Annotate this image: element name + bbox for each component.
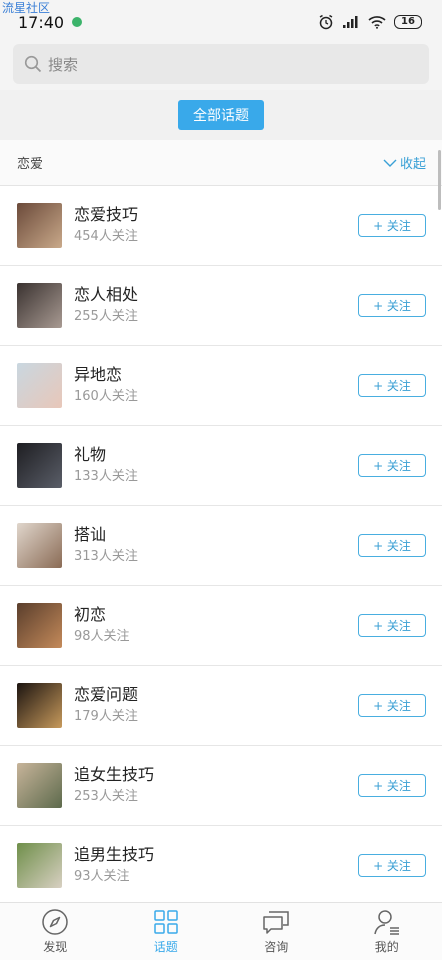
topic-row[interactable]: 礼物 133人关注 + 关注 xyxy=(0,426,442,506)
follow-button[interactable]: + 关注 xyxy=(358,454,426,477)
search-bar: 搜索 xyxy=(0,38,442,90)
nav-discover[interactable]: 发现 xyxy=(0,908,110,955)
topic-name: 恋爱技巧 xyxy=(74,204,139,224)
follow-button[interactable]: + 关注 xyxy=(358,854,426,877)
all-topics-bar: 全部话题 xyxy=(0,90,442,140)
follow-button[interactable]: + 关注 xyxy=(358,614,426,637)
nav-mine[interactable]: 我的 xyxy=(332,908,442,955)
topic-followers: 253人关注 xyxy=(74,788,138,804)
status-bar: 17:40 16 xyxy=(0,0,442,38)
compass-icon xyxy=(42,909,68,935)
topic-name: 恋爱问题 xyxy=(74,684,139,704)
topic-followers: 98人关注 xyxy=(74,628,130,644)
notification-icon xyxy=(72,17,83,27)
topic-followers: 313人关注 xyxy=(74,548,138,564)
topic-name: 搭讪 xyxy=(74,524,107,544)
topic-thumbnail xyxy=(17,843,62,888)
wifi-icon xyxy=(368,16,386,29)
topic-followers: 160人关注 xyxy=(74,388,138,404)
topic-thumbnail xyxy=(17,603,62,648)
topic-row[interactable]: 恋爱技巧 454人关注 + 关注 xyxy=(0,186,442,266)
follow-button[interactable]: + 关注 xyxy=(358,294,426,317)
follow-button[interactable]: + 关注 xyxy=(358,374,426,397)
topic-name: 异地恋 xyxy=(74,364,123,384)
topic-row[interactable]: 恋人相处 255人关注 + 关注 xyxy=(0,266,442,346)
alarm-icon xyxy=(319,14,333,30)
topic-name: 追女生技巧 xyxy=(74,764,155,784)
grid-icon xyxy=(154,910,178,934)
topic-name: 初恋 xyxy=(74,604,107,624)
collapse-button[interactable]: 收起 xyxy=(383,153,426,172)
topic-thumbnail xyxy=(17,283,62,328)
chat-icon xyxy=(263,911,289,934)
follow-button[interactable]: + 关注 xyxy=(358,214,426,237)
nav-label: 话题 xyxy=(153,940,178,954)
topic-row[interactable]: 追女生技巧 253人关注 + 关注 xyxy=(0,746,442,826)
nav-label: 我的 xyxy=(374,940,399,954)
nav-label: 咨询 xyxy=(264,940,289,954)
topic-followers: 255人关注 xyxy=(74,308,138,324)
all-topics-button[interactable]: 全部话题 xyxy=(178,100,264,130)
topic-followers: 93人关注 xyxy=(74,868,130,884)
topic-row[interactable]: 追男生技巧 93人关注 + 关注 xyxy=(0,826,442,906)
topic-list: 恋爱技巧 454人关注 + 关注 恋人相处 255人关注 + 关注 异地恋 16… xyxy=(0,186,442,906)
search-placeholder: 搜索 xyxy=(48,55,79,74)
follow-button[interactable]: + 关注 xyxy=(358,534,426,557)
topic-name: 礼物 xyxy=(74,444,107,464)
category-title: 恋爱 xyxy=(17,157,44,172)
topic-thumbnail xyxy=(17,683,62,728)
topic-thumbnail xyxy=(17,523,62,568)
battery-icon: 16 xyxy=(394,15,422,29)
follow-button[interactable]: + 关注 xyxy=(358,694,426,717)
nav-topics[interactable]: 话题 xyxy=(111,908,221,955)
topic-thumbnail xyxy=(17,763,62,808)
collapse-label: 收起 xyxy=(399,157,426,172)
topic-name: 恋人相处 xyxy=(74,284,139,304)
search-icon xyxy=(24,55,42,73)
topic-thumbnail xyxy=(17,363,62,408)
bottom-nav: 发现 话题 咨询 我的 xyxy=(0,902,442,960)
topic-row[interactable]: 初恋 98人关注 + 关注 xyxy=(0,586,442,666)
follow-button[interactable]: + 关注 xyxy=(358,774,426,797)
topic-followers: 133人关注 xyxy=(74,468,138,484)
category-header: 恋爱 收起 xyxy=(0,140,442,186)
topic-name: 追男生技巧 xyxy=(74,844,155,864)
scrollbar[interactable] xyxy=(438,150,441,210)
nav-consult[interactable]: 咨询 xyxy=(221,908,331,955)
watermark-text: 流星社区 xyxy=(2,1,51,15)
topic-row[interactable]: 异地恋 160人关注 + 关注 xyxy=(0,346,442,426)
topic-followers: 179人关注 xyxy=(74,708,138,724)
search-input[interactable]: 搜索 xyxy=(13,44,429,84)
signal-icon xyxy=(343,16,358,28)
user-icon xyxy=(374,910,399,935)
topic-row[interactable]: 搭讪 313人关注 + 关注 xyxy=(0,506,442,586)
topic-thumbnail xyxy=(17,203,62,248)
topic-row[interactable]: 恋爱问题 179人关注 + 关注 xyxy=(0,666,442,746)
topic-followers: 454人关注 xyxy=(74,228,138,244)
chevron-down-icon xyxy=(383,159,397,167)
topic-thumbnail xyxy=(17,443,62,488)
nav-label: 发现 xyxy=(43,940,68,954)
